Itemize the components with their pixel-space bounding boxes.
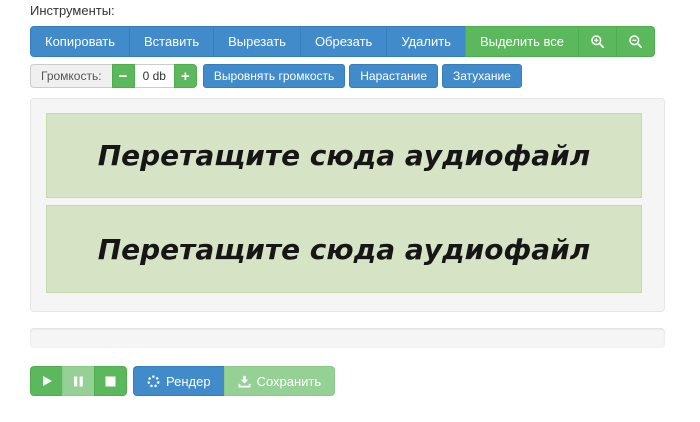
spinner-icon	[147, 375, 160, 388]
render-button-label: Рендер	[166, 375, 211, 388]
tracks-panel: Перетащите сюда аудиофайл Перетащите сюд…	[30, 98, 665, 312]
cut-button[interactable]: Вырезать	[213, 26, 301, 57]
volume-toolbar: Громкость: − 0 db + Выровнять громкость …	[30, 64, 665, 88]
zoom-in-button[interactable]	[578, 26, 617, 57]
volume-label: Громкость:	[30, 64, 112, 88]
dropzone-text: Перетащите сюда аудиофайл	[98, 139, 591, 172]
audio-editor: Инструменты: Копировать Вставить Вырезат…	[0, 0, 700, 396]
fade-out-button[interactable]: Затухание	[442, 64, 522, 88]
zoom-out-button[interactable]	[616, 26, 655, 57]
stop-button[interactable]	[94, 366, 127, 396]
transport-toolbar: Рендер Сохранить	[30, 366, 665, 396]
tools-label: Инструменты:	[30, 3, 665, 18]
trim-button[interactable]: Обрезать	[300, 26, 387, 57]
dropzone-track-2[interactable]: Перетащите сюда аудиофайл	[46, 205, 642, 293]
volume-value: 0 db	[135, 64, 174, 88]
save-button[interactable]: Сохранить	[224, 366, 336, 396]
select-all-button[interactable]: Выделить все	[465, 26, 579, 57]
normalize-volume-button[interactable]: Выровнять громкость	[203, 64, 345, 88]
progress-bar	[30, 328, 665, 348]
render-save-group: Рендер Сохранить	[133, 366, 335, 396]
play-icon	[41, 375, 53, 387]
main-toolbar: Копировать Вставить Вырезать Обрезать Уд…	[30, 26, 655, 57]
volume-increase-button[interactable]: +	[174, 64, 197, 88]
pause-icon	[73, 376, 84, 387]
paste-button[interactable]: Вставить	[129, 26, 214, 57]
download-icon	[238, 375, 251, 388]
delete-button[interactable]: Удалить	[386, 26, 466, 57]
magnifier-plus-icon	[590, 34, 605, 49]
save-button-label: Сохранить	[257, 375, 322, 388]
pause-button[interactable]	[62, 366, 95, 396]
stop-icon	[105, 376, 116, 387]
render-button[interactable]: Рендер	[133, 366, 225, 396]
magnifier-minus-icon	[628, 34, 643, 49]
dropzone-track-1[interactable]: Перетащите сюда аудиофайл	[46, 113, 642, 198]
volume-decrease-button[interactable]: −	[112, 64, 135, 88]
copy-button[interactable]: Копировать	[30, 26, 130, 57]
play-button[interactable]	[30, 366, 63, 396]
playback-group	[30, 366, 127, 396]
volume-group: Громкость: − 0 db +	[30, 64, 197, 88]
dropzone-text: Перетащите сюда аудиофайл	[98, 233, 591, 266]
fade-in-button[interactable]: Нарастание	[349, 64, 438, 88]
